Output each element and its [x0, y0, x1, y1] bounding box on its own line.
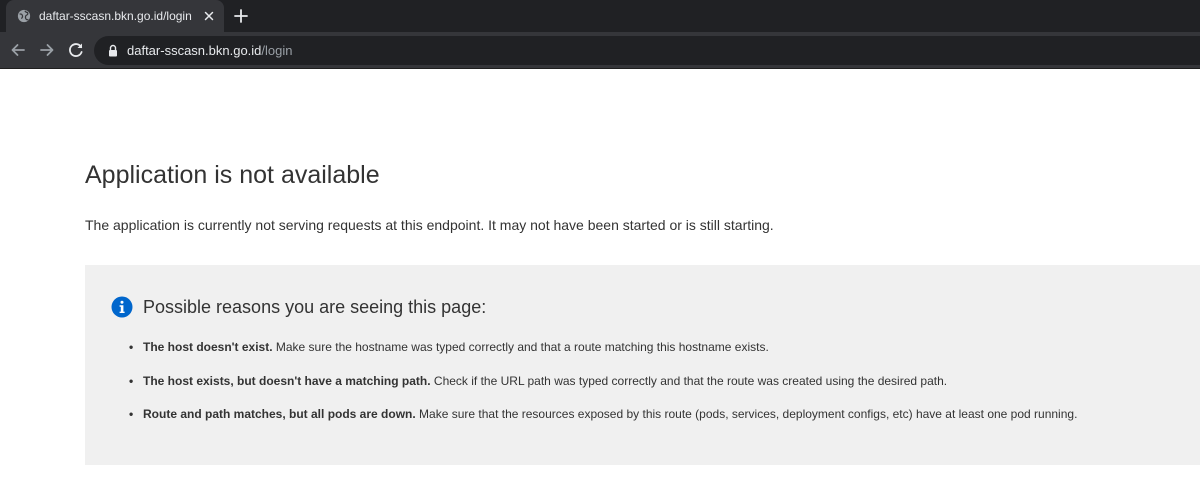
bullet: • — [129, 374, 134, 388]
globe-icon — [17, 9, 31, 23]
tab-title: daftar-sscasn.bkn.go.id/login — [39, 9, 192, 23]
back-arrow-icon[interactable] — [8, 40, 28, 60]
lock-icon[interactable] — [107, 44, 119, 57]
reason-text: Check if the URL path was typed correctl… — [430, 374, 948, 388]
reasons-heading: Possible reasons you are seeing this pag… — [143, 297, 487, 317]
reason-title: Route and path matches, but all pods are… — [143, 407, 416, 421]
url-host: daftar-sscasn.bkn.go.id — [127, 43, 262, 58]
list-item: • The host doesn't exist. Make sure the … — [129, 340, 769, 355]
forward-arrow-icon[interactable] — [37, 40, 57, 60]
browser-toolbar: daftar-sscasn.bkn.go.id/login — [0, 32, 1200, 69]
bullet: • — [129, 407, 134, 421]
close-icon[interactable] — [201, 8, 217, 24]
new-tab-plus-icon[interactable] — [232, 7, 250, 25]
reason-text: Make sure that the resources exposed by … — [415, 407, 1078, 421]
reason-title: The host exists, but doesn't have a matc… — [143, 374, 431, 388]
reason-title: The host doesn't exist. — [143, 340, 273, 354]
list-item: • Route and path matches, but all pods a… — [129, 407, 1078, 422]
url-path: /login — [261, 43, 293, 58]
info-icon — [111, 296, 133, 318]
browser-tab[interactable]: daftar-sscasn.bkn.go.id/login — [6, 0, 224, 32]
page-title: Application is not available — [85, 161, 380, 189]
address-bar[interactable]: daftar-sscasn.bkn.go.id/login — [94, 36, 1200, 65]
page-content: Application is not available The applica… — [0, 69, 1200, 492]
bullet: • — [129, 340, 134, 354]
tab-strip: daftar-sscasn.bkn.go.id/login — [0, 0, 1200, 32]
reason-text: Make sure the hostname was typed correct… — [272, 340, 769, 354]
list-item: • The host exists, but doesn't have a ma… — [129, 374, 948, 389]
reload-icon[interactable] — [66, 40, 86, 60]
reasons-panel: Possible reasons you are seeing this pag… — [85, 265, 1200, 465]
url-text[interactable]: daftar-sscasn.bkn.go.id/login — [127, 43, 292, 58]
page-description: The application is currently not serving… — [85, 217, 774, 233]
